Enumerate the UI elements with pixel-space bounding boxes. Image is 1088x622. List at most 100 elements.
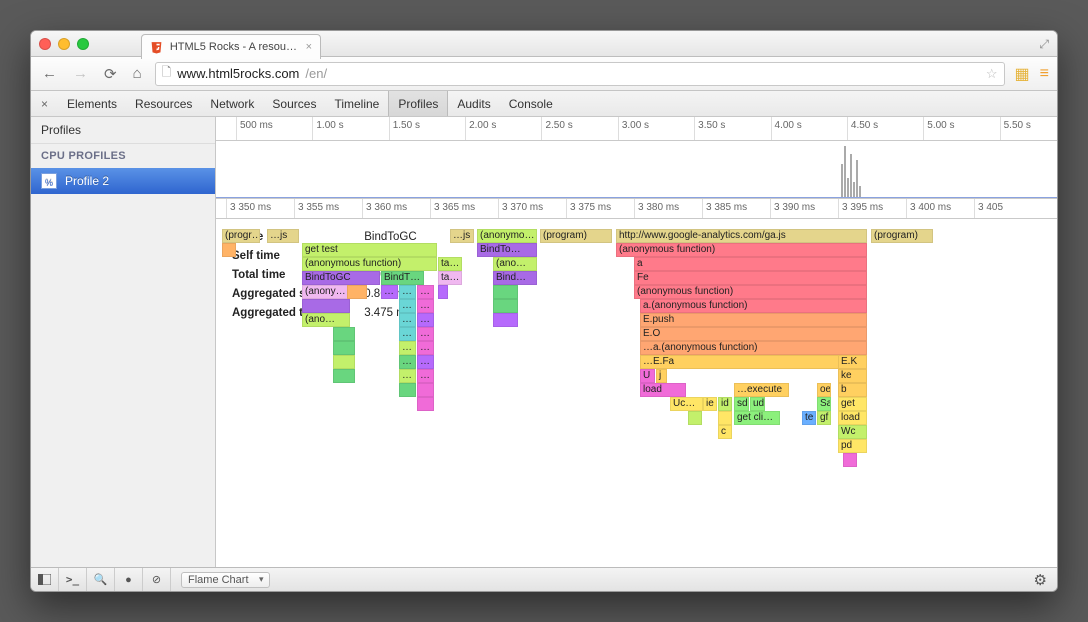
flame-block[interactable]: U: [640, 369, 655, 383]
flame-block[interactable]: …: [417, 327, 434, 341]
flame-block[interactable]: [493, 299, 518, 313]
flame-block[interactable]: [399, 383, 416, 397]
flame-block[interactable]: BindToGC: [302, 271, 380, 285]
sidebar-item-profile-2[interactable]: % Profile 2: [31, 168, 215, 194]
flame-block[interactable]: b: [838, 383, 867, 397]
flame-block[interactable]: …: [399, 369, 416, 383]
flame-block[interactable]: BindT…: [381, 271, 424, 285]
flame-block[interactable]: (anonymous function): [302, 257, 437, 271]
flame-block[interactable]: [333, 369, 355, 383]
flame-block[interactable]: …js: [267, 229, 299, 243]
overview-ruler[interactable]: 500 ms1.00 s1.50 s2.00 s2.50 s3.00 s3.50…: [216, 117, 1057, 141]
flame-block[interactable]: [493, 313, 518, 327]
flame-block[interactable]: [843, 453, 857, 467]
flame-block[interactable]: …: [381, 285, 398, 299]
flame-block[interactable]: [333, 355, 355, 369]
flame-block[interactable]: …execute: [734, 383, 789, 397]
flame-block[interactable]: …: [399, 313, 416, 327]
flame-block[interactable]: [302, 299, 350, 313]
close-window-button[interactable]: [39, 38, 51, 50]
reload-button[interactable]: ⟳: [101, 65, 120, 83]
flame-block[interactable]: (anonymo…: [477, 229, 537, 243]
flame-block[interactable]: [417, 383, 434, 397]
flame-block[interactable]: Fe: [634, 271, 867, 285]
flame-block[interactable]: load: [838, 411, 867, 425]
flame-block[interactable]: …: [417, 369, 434, 383]
zoom-window-button[interactable]: [77, 38, 89, 50]
flame-block[interactable]: [347, 285, 367, 299]
flame-block[interactable]: [438, 285, 448, 299]
flame-block[interactable]: (ano…: [493, 257, 537, 271]
flame-block[interactable]: sd: [734, 397, 749, 411]
flame-block[interactable]: gf: [817, 411, 831, 425]
detail-ruler[interactable]: 3 350 ms3 355 ms3 360 ms3 365 ms3 370 ms…: [216, 199, 1057, 219]
flame-block[interactable]: …E.Fa: [640, 355, 867, 369]
overview-strip[interactable]: [216, 141, 1057, 199]
minimize-window-button[interactable]: [58, 38, 70, 50]
flame-block[interactable]: ud: [750, 397, 765, 411]
flame-block[interactable]: …: [417, 313, 434, 327]
flame-block[interactable]: a.(anonymous function): [640, 299, 867, 313]
flame-block[interactable]: Wc: [838, 425, 867, 439]
flame-block[interactable]: get cli…: [734, 411, 780, 425]
extension-icon[interactable]: ▦: [1015, 64, 1030, 84]
flame-block[interactable]: BindTo…: [477, 243, 537, 257]
flame-block[interactable]: load: [640, 383, 686, 397]
devtools-tab-elements[interactable]: Elements: [58, 91, 126, 116]
flame-block[interactable]: Sa: [817, 397, 831, 411]
flame-chart[interactable]: NameBindToGCSelf time1.000 msTotal time4…: [216, 219, 1057, 567]
flame-block[interactable]: pd: [838, 439, 867, 453]
flame-block[interactable]: …: [399, 355, 416, 369]
devtools-tab-audits[interactable]: Audits: [448, 91, 499, 116]
view-select[interactable]: Flame Chart: [181, 572, 270, 588]
menu-icon[interactable]: ≡: [1040, 65, 1049, 83]
flame-block[interactable]: E.push: [640, 313, 867, 327]
flame-block[interactable]: (program): [871, 229, 933, 243]
devtools-tab-timeline[interactable]: Timeline: [325, 91, 388, 116]
flame-block[interactable]: …a.(anonymous function): [640, 341, 867, 355]
flame-block[interactable]: [222, 243, 236, 257]
devtools-tab-resources[interactable]: Resources: [126, 91, 201, 116]
flame-block[interactable]: (program): [540, 229, 612, 243]
flame-block[interactable]: ke: [838, 369, 867, 383]
flame-block[interactable]: c: [718, 425, 732, 439]
devtools-tab-console[interactable]: Console: [500, 91, 562, 116]
devtools-close-icon[interactable]: ×: [31, 97, 58, 111]
flame-block[interactable]: …: [417, 341, 434, 355]
flame-block[interactable]: oe: [817, 383, 831, 397]
flame-block[interactable]: [417, 397, 434, 411]
flame-block[interactable]: Uc…: [670, 397, 703, 411]
devtools-tab-sources[interactable]: Sources: [263, 91, 325, 116]
flame-block[interactable]: …: [399, 327, 416, 341]
dock-button[interactable]: [31, 568, 59, 591]
flame-block[interactable]: …js: [450, 229, 474, 243]
flame-block[interactable]: [688, 411, 702, 425]
flame-block[interactable]: …: [417, 299, 434, 313]
bookmark-star-icon[interactable]: ☆: [986, 66, 998, 82]
flame-block[interactable]: id: [718, 397, 732, 411]
tab-close-icon[interactable]: ×: [306, 41, 312, 53]
settings-gear-icon[interactable]: ⚙: [1034, 571, 1047, 589]
flame-block[interactable]: get: [838, 397, 867, 411]
back-button[interactable]: ←: [39, 65, 60, 82]
flame-block[interactable]: (anonymous function): [616, 243, 867, 257]
console-button[interactable]: >_: [59, 568, 87, 591]
home-button[interactable]: ⌂: [130, 65, 145, 82]
flame-block[interactable]: ta…: [438, 271, 462, 285]
flame-block[interactable]: [718, 411, 732, 425]
flame-block[interactable]: E.K: [838, 355, 867, 369]
flame-block[interactable]: te: [802, 411, 816, 425]
flame-block[interactable]: (progr…: [222, 229, 260, 243]
flame-block[interactable]: [333, 341, 355, 355]
search-button[interactable]: 🔍: [87, 568, 115, 591]
flame-block[interactable]: http://www.google-analytics.com/ga.js: [616, 229, 867, 243]
devtools-tab-network[interactable]: Network: [201, 91, 263, 116]
browser-tab[interactable]: HTML5 Rocks - A resource ×: [141, 34, 321, 59]
record-button[interactable]: ●: [115, 568, 143, 591]
flame-block[interactable]: (anonymous function): [634, 285, 867, 299]
forward-button[interactable]: →: [70, 65, 91, 82]
flame-block[interactable]: …: [417, 355, 434, 369]
flame-block[interactable]: …: [399, 285, 416, 299]
flame-block[interactable]: get test: [302, 243, 437, 257]
flame-block[interactable]: …: [417, 285, 434, 299]
